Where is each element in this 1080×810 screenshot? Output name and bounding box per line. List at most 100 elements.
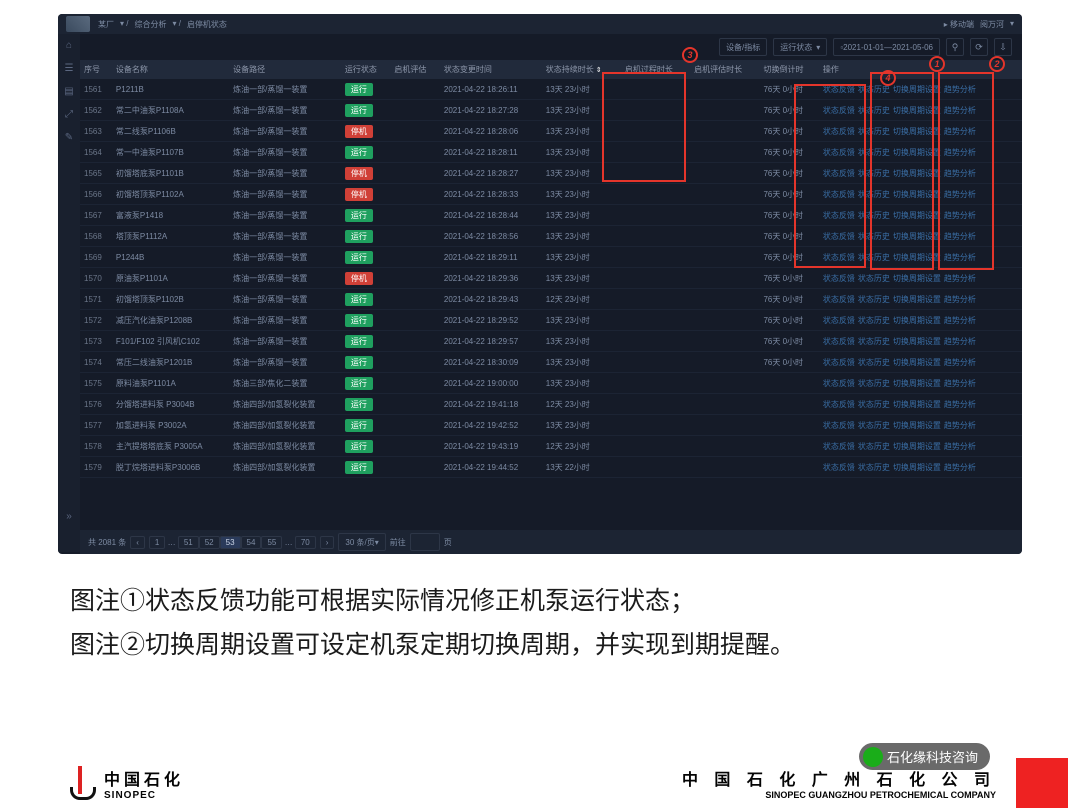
col-header[interactable]: 序号	[80, 60, 112, 79]
action-link[interactable]: 切换周期设置	[893, 379, 941, 388]
table-row: 1570原油泵P1101A炼油一部/蒸馏一装置停机2021-04-22 18:2…	[80, 268, 1022, 289]
action-link[interactable]: 状态反馈	[823, 421, 855, 430]
action-link[interactable]: 状态历史	[858, 274, 890, 283]
pager-page[interactable]: 53	[220, 536, 241, 549]
status-filter[interactable]: 运行状态 ▾	[773, 38, 827, 56]
col-header[interactable]: 设备路径	[229, 60, 341, 79]
action-link[interactable]: 趋势分析	[944, 463, 976, 472]
gz-en: SINOPEC GUANGZHOU PETROCHEMICAL COMPANY	[682, 790, 996, 800]
action-link[interactable]: 趋势分析	[944, 316, 976, 325]
breadcrumb-mid[interactable]: 综合分析	[134, 19, 166, 30]
col-header[interactable]: 启机评估时长	[690, 60, 759, 79]
status-badge: 停机	[345, 167, 373, 180]
action-link[interactable]: 趋势分析	[944, 358, 976, 367]
action-link[interactable]: 状态反馈	[823, 400, 855, 409]
action-link[interactable]: 状态历史	[858, 379, 890, 388]
action-link[interactable]: 状态反馈	[823, 463, 855, 472]
pager-page[interactable]: 1	[149, 536, 165, 549]
col-header[interactable]: 切换倒计时	[759, 60, 818, 79]
status-badge: 停机	[345, 272, 373, 285]
action-link[interactable]: 趋势分析	[944, 274, 976, 283]
device-filter[interactable]: 设备/指标	[719, 38, 767, 56]
date-range[interactable]: ▫ 2021-01-01 — 2021-05-06	[833, 38, 940, 56]
status-badge: 运行	[345, 398, 373, 411]
status-badge: 运行	[345, 146, 373, 159]
nav-list-icon[interactable]: ☰	[65, 63, 74, 74]
action-link[interactable]: 切换周期设置	[893, 463, 941, 472]
nav-edit-icon[interactable]: ✎	[65, 132, 73, 143]
action-link[interactable]: 状态反馈	[823, 379, 855, 388]
pager-total: 共 2081 条	[88, 537, 126, 548]
action-link[interactable]: 状态历史	[858, 442, 890, 451]
action-link[interactable]: 趋势分析	[944, 400, 976, 409]
action-link[interactable]: 状态反馈	[823, 358, 855, 367]
sidebar-expand-icon[interactable]: »	[66, 511, 72, 522]
col-header[interactable]: 启机评估	[390, 60, 440, 79]
action-link[interactable]: 状态历史	[858, 295, 890, 304]
action-link[interactable]: 趋势分析	[944, 295, 976, 304]
col-header[interactable]: 运行状态	[341, 60, 391, 79]
filter-bar: 设备/指标 运行状态 ▾ ▫ 2021-01-01 — 2021-05-06 ⚲…	[80, 34, 1022, 60]
mode-label[interactable]: 移动端	[950, 20, 974, 29]
action-link[interactable]: 趋势分析	[944, 379, 976, 388]
user-name[interactable]: 阅万河	[980, 19, 1004, 30]
pager-prev[interactable]: ‹	[130, 536, 145, 549]
action-link[interactable]: 状态反馈	[823, 316, 855, 325]
status-badge: 运行	[345, 83, 373, 96]
col-header[interactable]: 状态变更时间	[440, 60, 542, 79]
action-link[interactable]: 切换周期设置	[893, 358, 941, 367]
action-link[interactable]: 切换周期设置	[893, 421, 941, 430]
status-badge: 运行	[345, 419, 373, 432]
nav-home-icon[interactable]: ⌂	[66, 40, 72, 51]
action-link[interactable]: 切换周期设置	[893, 337, 941, 346]
action-link[interactable]: 状态反馈	[823, 442, 855, 451]
action-link[interactable]: 切换周期设置	[893, 295, 941, 304]
action-link[interactable]: 切换周期设置	[893, 316, 941, 325]
breadcrumb: 某厂▾ / 综合分析▾ / 启停机状态	[98, 19, 227, 30]
pager-page[interactable]: 51	[178, 536, 199, 549]
status-badge: 运行	[345, 377, 373, 390]
action-link[interactable]: 切换周期设置	[893, 274, 941, 283]
breadcrumb-leaf[interactable]: 启停机状态	[187, 19, 227, 30]
action-link[interactable]: 状态反馈	[823, 274, 855, 283]
pager-goto-input[interactable]	[410, 533, 440, 551]
action-link[interactable]: 状态历史	[858, 358, 890, 367]
action-link[interactable]: 切换周期设置	[893, 442, 941, 451]
topbar: 某厂▾ / 综合分析▾ / 启停机状态 ▸ 移动端 阅万河▾	[58, 14, 1022, 34]
nav-link-icon[interactable]: ⤢	[65, 109, 73, 120]
action-link[interactable]: 趋势分析	[944, 337, 976, 346]
action-link[interactable]: 状态历史	[858, 400, 890, 409]
action-link[interactable]: 状态历史	[858, 337, 890, 346]
refresh-icon[interactable]: ⟳	[970, 38, 988, 56]
annotation-box-3	[602, 72, 686, 182]
pagination: 共 2081 条 ‹ 1 … 5152535455 … 70 › 30 条/页 …	[80, 530, 1022, 554]
pager-page[interactable]: 55	[261, 536, 282, 549]
annotation-1: 1	[929, 56, 945, 72]
pager-page[interactable]: 54	[241, 536, 262, 549]
export-icon[interactable]: ⇩	[994, 38, 1012, 56]
action-link[interactable]: 状态历史	[858, 463, 890, 472]
action-link[interactable]: 状态历史	[858, 316, 890, 325]
sidebar: ⌂ ☰ ▤ ⤢ ✎ »	[58, 34, 80, 552]
col-header[interactable]: 设备名称	[112, 60, 229, 79]
action-link[interactable]: 状态反馈	[823, 337, 855, 346]
pager-page[interactable]: 70	[295, 536, 316, 549]
pager-size[interactable]: 30 条/页 ▾	[338, 533, 385, 551]
breadcrumb-root[interactable]: 某厂	[98, 19, 114, 30]
status-badge: 运行	[345, 104, 373, 117]
action-link[interactable]: 切换周期设置	[893, 400, 941, 409]
search-icon[interactable]: ⚲	[946, 38, 964, 56]
status-badge: 运行	[345, 230, 373, 243]
status-badge: 停机	[345, 125, 373, 138]
status-badge: 运行	[345, 293, 373, 306]
pager-goto-label: 前往	[390, 537, 406, 548]
action-link[interactable]: 状态历史	[858, 421, 890, 430]
pager-page[interactable]: 52	[199, 536, 220, 549]
table-row: 1572减压汽化油泵P1208B炼油一部/蒸馏一装置运行2021-04-22 1…	[80, 310, 1022, 331]
action-link[interactable]: 趋势分析	[944, 442, 976, 451]
action-link[interactable]: 趋势分析	[944, 421, 976, 430]
nav-report-icon[interactable]: ▤	[64, 86, 73, 97]
action-link[interactable]: 状态反馈	[823, 295, 855, 304]
pager-next[interactable]: ›	[320, 536, 335, 549]
sinopec-logo: 中国石化 SINOPEC	[66, 766, 184, 801]
